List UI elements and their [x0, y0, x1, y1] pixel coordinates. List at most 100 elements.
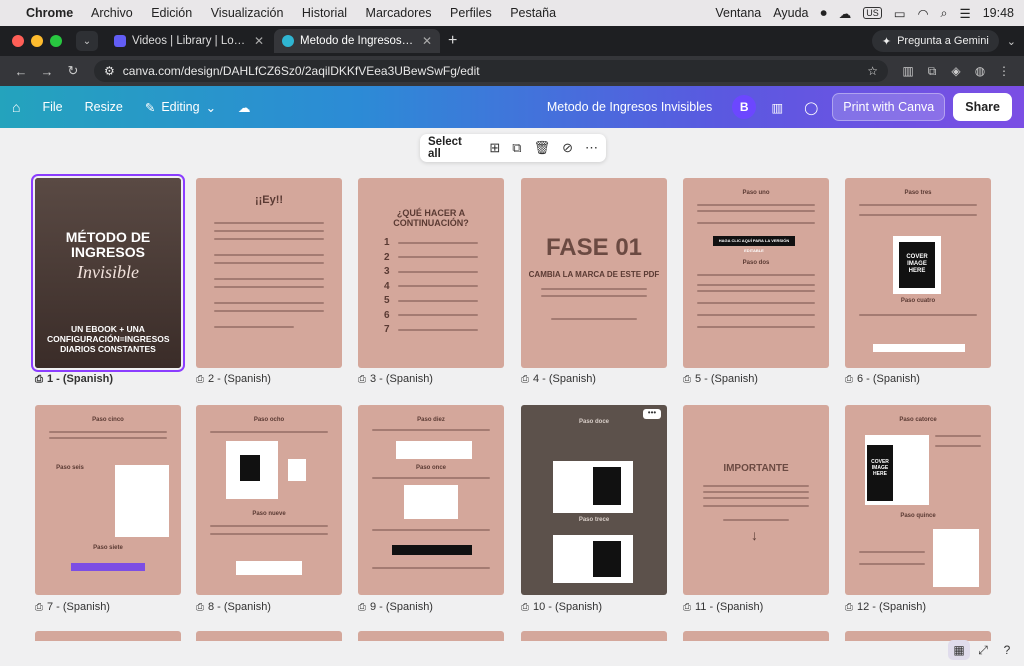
- url-text: canva.com/design/DAHLfCZ6Sz0/2aqilDKKfVE…: [122, 64, 480, 78]
- page-thumbnail-5[interactable]: Paso uno HAGA CLIC AQUÍ PARA LA VERSIÓN …: [683, 178, 829, 368]
- control-center-icon[interactable]: ☰: [960, 6, 971, 21]
- zoom-window-button[interactable]: [50, 35, 62, 47]
- page-thumbnail-2[interactable]: ¡¡Ey!!: [196, 178, 342, 368]
- menu-edicion[interactable]: Edición: [151, 6, 192, 20]
- gemini-button[interactable]: ✦ Pregunta a Gemini: [871, 30, 999, 52]
- page-thumbnail-6[interactable]: Paso tres COVER IMAGE HERE Paso cuatro: [845, 178, 991, 368]
- extensions-icon[interactable]: ⧉: [920, 64, 944, 79]
- print-icon: ⎙: [35, 601, 43, 613]
- forward-icon[interactable]: →: [34, 64, 60, 79]
- tab-canva[interactable]: Metodo de Ingresos Invisibles ✕: [274, 29, 440, 53]
- close-tab-icon[interactable]: ✕: [422, 34, 432, 48]
- page-thumbnail-17[interactable]: [683, 631, 829, 641]
- cloud-save-icon[interactable]: ☁: [238, 100, 251, 115]
- cover-mini: [593, 541, 621, 577]
- tab-search-dropdown-icon[interactable]: ⌄: [76, 31, 98, 51]
- menu-archivo[interactable]: Archivo: [91, 6, 133, 20]
- menu-perfiles[interactable]: Perfiles: [450, 6, 492, 20]
- resize-button[interactable]: Resize: [85, 100, 123, 114]
- page-thumbnail-15[interactable]: [358, 631, 504, 641]
- page-thumbnail-3[interactable]: ¿QUÉ HACER A CONTINUACIÓN? 1234567: [358, 178, 504, 368]
- wifi-icon[interactable]: ◠: [918, 6, 929, 21]
- file-menu[interactable]: File: [42, 100, 62, 114]
- menu-ayuda[interactable]: Ayuda: [773, 6, 808, 20]
- profile-avatar-icon[interactable]: ◍: [968, 64, 992, 78]
- insights-chart-icon[interactable]: ▥: [764, 94, 790, 120]
- extension-icon[interactable]: ◈: [944, 64, 968, 78]
- record-icon[interactable]: ⏺: [820, 6, 826, 21]
- editing-mode-dropdown[interactable]: ✎ Editing ⌄: [145, 100, 216, 115]
- page-thumbnail-13[interactable]: [35, 631, 181, 641]
- page-subheading: Paso once: [415, 465, 446, 471]
- battery-icon[interactable]: ▭: [894, 6, 906, 21]
- page-heading: Paso cinco: [92, 417, 124, 423]
- menu-historial[interactable]: Historial: [302, 6, 347, 20]
- page-thumbnail-7[interactable]: Paso cinco Paso seis Paso siete: [35, 405, 181, 595]
- menu-dots-icon[interactable]: ⋮: [992, 64, 1016, 78]
- fullscreen-icon[interactable]: ⤢: [972, 640, 994, 660]
- close-window-button[interactable]: [12, 35, 24, 47]
- user-avatar[interactable]: B: [732, 95, 757, 119]
- reload-icon[interactable]: ↻: [60, 63, 86, 79]
- cover-placeholder: COVER IMAGE HERE: [867, 445, 893, 501]
- page-subheading: Paso nueve: [252, 511, 286, 517]
- page-subheading: Paso dos: [742, 260, 770, 266]
- print-icon: ⎙: [358, 373, 366, 385]
- reading-list-icon[interactable]: ▥: [896, 64, 920, 78]
- menu-pestana[interactable]: Pestaña: [510, 6, 556, 20]
- menu-visualizacion[interactable]: Visualización: [211, 6, 284, 20]
- canva-header: ⌂ File Resize ✎ Editing ⌄ ☁ Metodo de In…: [0, 86, 1024, 128]
- print-icon: ⎙: [358, 601, 366, 613]
- gemini-sparkle-icon: ✦: [881, 35, 892, 48]
- duplicate-page-icon[interactable]: ⧉: [512, 140, 521, 156]
- page-thumbnail-9[interactable]: Paso diez Paso once: [358, 405, 504, 595]
- page-thumbnail-11[interactable]: IMPORTANTE ↓: [683, 405, 829, 595]
- search-icon[interactable]: ⌕: [940, 6, 947, 21]
- chevron-down-icon: ⌄: [205, 100, 217, 115]
- document-title[interactable]: Metodo de Ingresos Invisibles: [547, 100, 712, 114]
- page-more-options-icon[interactable]: •••: [643, 409, 661, 419]
- bookmark-star-icon[interactable]: ☆: [867, 64, 878, 78]
- page-heading: FASE 01: [545, 234, 643, 261]
- page-caption-7: ⎙ 7 - (Spanish): [35, 601, 110, 613]
- delete-page-icon[interactable]: 🗑: [534, 140, 551, 156]
- page-thumbnail-8[interactable]: Paso ocho Paso nueve: [196, 405, 342, 595]
- menu-ventana[interactable]: Ventana: [715, 6, 761, 20]
- creative-cloud-icon[interactable]: ☁: [839, 6, 852, 21]
- site-settings-icon[interactable]: ⚙: [104, 64, 115, 78]
- hide-page-icon[interactable]: ⊘: [562, 140, 573, 156]
- grid-view-icon[interactable]: ▦: [948, 640, 970, 660]
- home-icon[interactable]: ⌂: [12, 99, 20, 115]
- back-icon[interactable]: ←: [8, 64, 34, 79]
- more-options-icon[interactable]: ⋯: [585, 140, 598, 156]
- url-bar[interactable]: ⚙ canva.com/design/DAHLfCZ6Sz0/2aqilDKKf…: [94, 60, 888, 82]
- print-icon: ⎙: [35, 373, 43, 385]
- print-with-canva-button[interactable]: Print with Canva: [832, 93, 946, 121]
- minimize-window-button[interactable]: [31, 35, 43, 47]
- page-heading: Paso uno: [742, 190, 770, 196]
- tab-loom[interactable]: Videos | Library | Loom ✕: [106, 29, 272, 53]
- page-thumbnail-18[interactable]: [845, 631, 991, 641]
- chevron-down-icon[interactable]: ⌄: [1007, 35, 1016, 48]
- add-page-icon[interactable]: ⊞: [489, 140, 500, 156]
- comment-icon[interactable]: ◯: [798, 94, 824, 120]
- keyboard-layout-badge[interactable]: US: [863, 7, 882, 19]
- window-controls: [12, 35, 62, 47]
- close-tab-icon[interactable]: ✕: [254, 34, 264, 48]
- help-icon[interactable]: ?: [996, 640, 1018, 660]
- page-thumbnail-10[interactable]: ••• Paso doce Paso trece: [521, 405, 667, 595]
- new-tab-icon[interactable]: +: [448, 32, 457, 50]
- clock[interactable]: 19:48: [983, 6, 1014, 20]
- page-thumbnail-4[interactable]: FASE 01 CAMBIA LA MARCA DE ESTE PDF: [521, 178, 667, 368]
- share-button[interactable]: Share: [953, 93, 1012, 121]
- menu-app-name[interactable]: Chrome: [26, 6, 73, 20]
- page-thumbnail-16[interactable]: [521, 631, 667, 641]
- page-thumbnail-12[interactable]: Paso catorce COVER IMAGE HERE Paso quinc…: [845, 405, 991, 595]
- page-thumbnail-1[interactable]: MÉTODO DE INGRESOS Invisible UN EBOOK + …: [31, 174, 185, 372]
- button-screenshot: [71, 563, 145, 571]
- page-heading: Paso diez: [417, 417, 445, 423]
- select-all-button[interactable]: Select all: [428, 136, 475, 160]
- menu-marcadores[interactable]: Marcadores: [366, 6, 432, 20]
- page-thumbnail-14[interactable]: [196, 631, 342, 641]
- page-caption-4: ⎙ 4 - (Spanish): [521, 373, 596, 385]
